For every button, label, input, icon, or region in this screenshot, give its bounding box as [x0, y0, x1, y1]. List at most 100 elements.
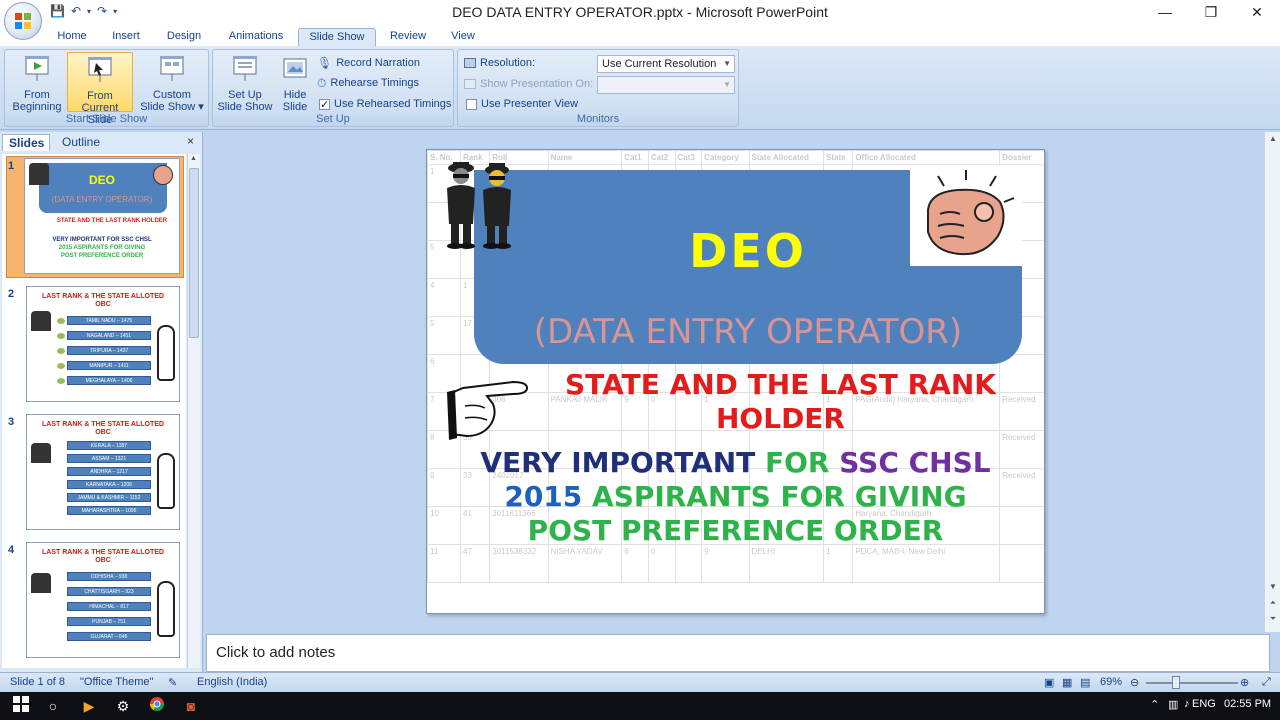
windows-start-icon[interactable]	[10, 696, 32, 716]
thumb-row: ASSAM – 1321	[67, 454, 151, 463]
thumb-row: NAGALAND – 1451	[67, 331, 151, 340]
office-button[interactable]	[4, 2, 42, 40]
editor-scrollbar[interactable]: ▲ ▼ ⏶ ⏷	[1264, 132, 1280, 632]
headline-text[interactable]: STATE AND THE LAST RANK HOLDER	[527, 368, 1034, 436]
monitor-icon	[464, 79, 476, 89]
table-header: State	[823, 150, 854, 165]
scroll-down-icon[interactable]: ▼	[1267, 582, 1279, 594]
pointing-finger-clipart[interactable]	[910, 166, 1022, 266]
volume-icon[interactable]: ♪	[1184, 698, 1190, 710]
cortana-icon[interactable]: ○	[42, 696, 64, 716]
for-text: FOR	[765, 446, 830, 479]
chevron-down-icon: ▼	[723, 80, 731, 89]
pointing-hand-right-icon[interactable]	[443, 374, 533, 444]
show-presentation-on-dropdown[interactable]: ▼	[597, 76, 735, 94]
resolution-dropdown[interactable]: Use Current Resolution ▼	[597, 55, 735, 73]
scroll-up-icon[interactable]: ▲	[1267, 134, 1279, 146]
group-label-start-slide-show: Start Slide Show	[65, 113, 148, 125]
language-indicator[interactable]: English (India)	[197, 676, 267, 688]
zoom-slider-knob[interactable]	[1172, 676, 1180, 689]
chrome-icon[interactable]	[146, 696, 168, 716]
thumbnails-scrollbar[interactable]: ▲	[187, 154, 200, 668]
projector-screen-icon	[25, 56, 49, 81]
title-bar: 💾 ↶ ▾ ↷ ▾ DEO DATA ENTRY OPERATOR.pptx -…	[0, 0, 1280, 26]
record-narration-button[interactable]: 🎙 Record Narration	[317, 54, 420, 72]
previous-slide-icon[interactable]: ⏶	[1267, 598, 1279, 610]
clock[interactable]: 02:55 PM	[1224, 698, 1271, 710]
scroll-up-icon[interactable]: ▲	[190, 155, 197, 162]
setup-label-1: Set Up	[228, 89, 262, 101]
slide-subtitle: (DATA ENTRY OPERATOR)	[533, 312, 963, 352]
next-slide-icon[interactable]: ⏷	[1267, 614, 1279, 626]
slide-canvas[interactable]: S. No. Rank Roll Name Cat1 Cat2 Cat3 Cat…	[426, 149, 1045, 614]
table-header: Cat3	[674, 150, 703, 165]
hide-slide-button[interactable]: Hide Slide	[277, 52, 313, 113]
important-text[interactable]: VERY IMPORTANT FOR SSC CHSL 2015 ASPIRAN…	[467, 446, 1004, 548]
zoom-slider[interactable]	[1146, 682, 1238, 684]
from-beginning-label-2: Beginning	[12, 101, 62, 113]
tab-insert[interactable]: Insert	[104, 28, 148, 47]
rehearse-timings-button[interactable]: ⏱ Rehearse Timings	[317, 74, 419, 92]
tab-outline[interactable]: Outline	[56, 134, 112, 151]
normal-view-icon[interactable]: ▣	[1044, 676, 1054, 689]
agents-clipart-icon[interactable]	[433, 158, 525, 250]
group-label-set-up: Set Up	[316, 113, 350, 125]
tab-animations[interactable]: Animations	[220, 28, 292, 47]
thumb-row: ODHISHA – 938	[67, 572, 151, 581]
tab-view[interactable]: View	[442, 28, 484, 47]
status-bar: Slide 1 of 8 "Office Theme" ✎ English (I…	[0, 672, 1280, 692]
tab-home[interactable]: Home	[50, 28, 94, 47]
tab-slide-show[interactable]: Slide Show	[298, 28, 376, 47]
zoom-in-icon[interactable]: ⊕	[1240, 676, 1249, 689]
fit-to-window-icon[interactable]: ⤢	[1262, 676, 1271, 689]
custom-label-1: Custom	[153, 89, 191, 101]
set-up-slide-show-button[interactable]: Set Up Slide Show	[215, 52, 275, 113]
tab-slides[interactable]: Slides	[2, 134, 50, 151]
zoom-level[interactable]: 69%	[1100, 676, 1122, 688]
thumb-hand-icon	[157, 581, 175, 637]
aspirants-text: ASPIRANTS FOR GIVING	[592, 480, 967, 513]
settings-icon[interactable]: ⚙	[112, 696, 134, 716]
thumb-row: TAMIL NADU – 1475	[67, 316, 151, 325]
tab-design[interactable]: Design	[160, 28, 208, 47]
language-tray[interactable]: ENG	[1192, 698, 1216, 710]
slide-number: 4	[8, 544, 15, 556]
notes-pane[interactable]: Click to add notes	[206, 634, 1270, 672]
close-pane-icon[interactable]: ×	[187, 134, 194, 148]
network-icon[interactable]: ▥	[1168, 698, 1178, 711]
close-button[interactable]: ✕	[1234, 0, 1280, 26]
tray-up-icon[interactable]: ⌃	[1150, 698, 1159, 711]
media-player-icon[interactable]: ▶	[78, 696, 100, 716]
from-current-slide-button[interactable]: From Current Slide	[67, 52, 133, 126]
table-header: State Allocated	[748, 150, 825, 165]
minimize-button[interactable]: —	[1142, 0, 1188, 26]
office-logo-icon	[15, 13, 31, 29]
slide-show-view-icon[interactable]: ▤	[1080, 676, 1090, 689]
resolution-label-row: Resolution:	[464, 54, 535, 72]
spelling-check-icon[interactable]: ✎	[168, 676, 177, 689]
powerpoint-taskbar-icon[interactable]: ◙	[180, 696, 202, 716]
custom-slide-show-button[interactable]: Custom Slide Show ▾	[139, 52, 205, 113]
use-presenter-view-label: Use Presenter View	[481, 98, 579, 110]
thumb-agents-icon	[31, 443, 51, 463]
thumb-agents-icon	[31, 573, 51, 593]
slide-thumbnail-3[interactable]: LAST RANK & THE STATE ALLOTED OBC KERALA …	[26, 414, 180, 530]
use-presenter-view-checkbox[interactable]: Use Presenter View	[466, 95, 578, 113]
use-rehearsed-timings-checkbox[interactable]: Use Rehearsed Timings	[319, 95, 451, 114]
tab-review[interactable]: Review	[384, 28, 432, 47]
thumb-title: LAST RANK & THE STATE ALLOTED OBC	[42, 293, 164, 308]
thumb-line4: POST PREFERENCE ORDER	[60, 253, 144, 259]
slide-thumbnail-4[interactable]: LAST RANK & THE STATE ALLOTED OBC ODHISHA…	[26, 542, 180, 658]
very-important-text: VERY IMPORTANT	[480, 446, 756, 479]
table-header: Dossier	[999, 150, 1044, 165]
slide-sorter-icon[interactable]: ▦	[1062, 676, 1072, 689]
thumb-row: JAMMU & KASHMIR – 1152	[67, 493, 151, 502]
slide-thumbnail-1[interactable]: DEO (DATA ENTRY OPERATOR) STATE AND THE …	[24, 158, 180, 274]
custom-show-icon	[160, 56, 184, 81]
slide-thumbnail-2[interactable]: LAST RANK & THE STATE ALLOTED OBC TAMIL N…	[26, 286, 180, 402]
theme-name: "Office Theme"	[80, 676, 154, 688]
scrollbar-thumb[interactable]	[189, 168, 199, 338]
zoom-out-icon[interactable]: ⊖	[1130, 676, 1139, 689]
maximize-button[interactable]: ❐	[1188, 0, 1234, 26]
from-beginning-button[interactable]: From Beginning	[8, 52, 66, 113]
